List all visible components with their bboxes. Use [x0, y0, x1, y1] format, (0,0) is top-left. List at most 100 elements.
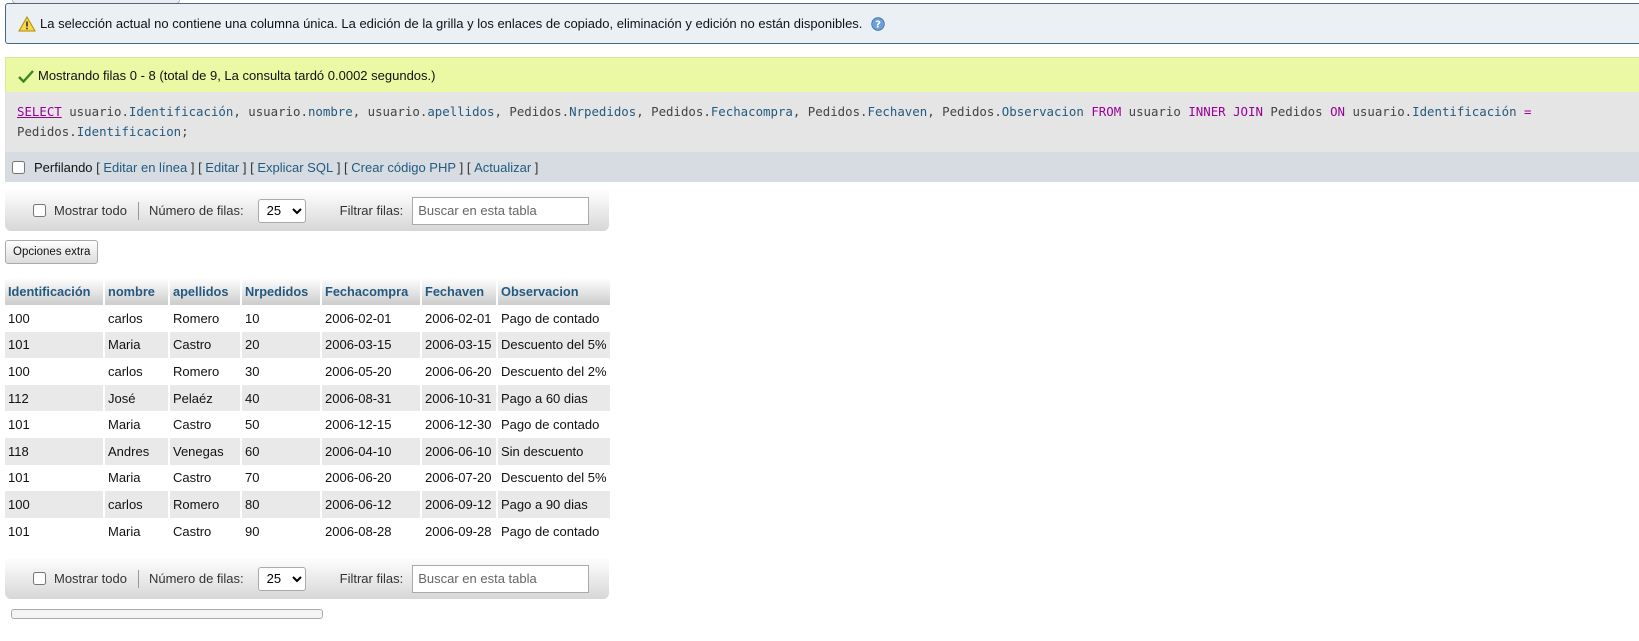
- table-cell: 118: [5, 437, 105, 465]
- table-cell: Sin descuento: [497, 437, 610, 465]
- header-row: Identificación nombre apellidos Nrpedido…: [5, 278, 610, 305]
- table-row[interactable]: 100 carlos Romero 10 2006-02-01 2006-02-01 Pag…: [5, 305, 610, 332]
- bracket: [: [92, 159, 104, 175]
- results-table: Identificación nombre apellidos Nrpedido…: [5, 278, 610, 545]
- explain-sql-link[interactable]: Explicar SQL: [257, 160, 333, 175]
- query-results-operations-fragment: [11, 609, 323, 619]
- rows-select[interactable]: 25: [257, 566, 306, 591]
- table-row[interactable]: 100 carlos Romero 30 2006-05-20 2006-06-20 Des…: [5, 358, 610, 385]
- table-cell: 50: [241, 411, 322, 438]
- sql-column: Identificación: [1412, 104, 1517, 119]
- navigation-bar-top: Mostrar todo Número de filas: 25 Filtrar…: [5, 190, 609, 231]
- edit-link[interactable]: Editar: [205, 160, 239, 175]
- sql-column: nombre: [307, 104, 353, 119]
- table-cell: 2006-08-28: [321, 517, 422, 545]
- success-text: Mostrando filas 0 - 8 (total de 9, La co…: [38, 68, 436, 83]
- filter-input[interactable]: [412, 564, 590, 593]
- sql-text: usuario.: [1344, 104, 1413, 119]
- table-cell: 2006-06-20: [321, 464, 422, 492]
- column-header[interactable]: Nrpedidos: [241, 278, 322, 305]
- sql-column: Nrpedidos: [569, 104, 637, 119]
- show-all-checkbox[interactable]: [33, 204, 46, 217]
- column-header[interactable]: Fechacompra: [321, 278, 422, 305]
- table-cell: 101: [5, 411, 105, 438]
- svg-text:?: ?: [876, 19, 882, 30]
- table-cell: Castro: [169, 331, 242, 359]
- sql-column: Identificacion: [76, 124, 182, 139]
- table-cell: carlos: [104, 305, 170, 332]
- refresh-link[interactable]: Actualizar: [474, 160, 531, 175]
- table-cell: Castro: [169, 517, 242, 545]
- column-header[interactable]: Fechaven: [421, 278, 498, 305]
- bracket: ] [: [187, 159, 206, 175]
- table-cell: Venegas: [169, 437, 242, 465]
- table-cell: 2006-08-31: [321, 384, 422, 412]
- extra-options-button[interactable]: Opciones extra: [5, 240, 99, 264]
- bracket: ]: [531, 159, 539, 175]
- table-cell: Descuento del 5%: [497, 331, 610, 359]
- table-cell: 101: [5, 464, 105, 492]
- notice-text: La selección actual no contiene una colu…: [40, 16, 863, 31]
- sql-keyword: ON: [1330, 104, 1345, 119]
- sql-text: , Pedidos.: [927, 104, 1002, 119]
- table-row[interactable]: 101 Maria Castro 70 2006-06-20 2006-07-20 Desc…: [5, 464, 610, 492]
- table-cell: 2006-06-20: [421, 358, 498, 385]
- table-row[interactable]: 101 Maria Castro 50 2006-12-15 2006-12-30 Pago…: [5, 411, 610, 438]
- bracket: ] [: [239, 159, 258, 175]
- table-cell: 80: [241, 491, 322, 518]
- table-cell: Romero: [169, 305, 242, 332]
- profiling-bar: Perfilando [ Editar en línea ] [ Editar …: [5, 152, 1639, 182]
- table-cell: Pago de contado: [497, 305, 610, 332]
- table-cell: Maria: [104, 517, 170, 545]
- bracket: ] [: [333, 159, 352, 175]
- table-cell: 60: [241, 437, 322, 465]
- table-cell: José: [104, 384, 170, 412]
- table-row[interactable]: 112 José Pelaéz 40 2006-08-31 2006-10-31 Pago …: [5, 384, 610, 412]
- table-cell: carlos: [104, 358, 170, 385]
- sql-operator: =: [1516, 104, 1532, 119]
- table-cell: Pago de contado: [497, 411, 610, 438]
- table-row[interactable]: 100 carlos Romero 80 2006-06-12 2006-09-12 Pag…: [5, 491, 610, 518]
- sql-text: ;: [181, 124, 189, 139]
- table-cell: Maria: [104, 464, 170, 492]
- rows-label: Número de filas:: [148, 571, 244, 586]
- sql-column: Observacion: [1001, 104, 1084, 119]
- check-icon: [18, 69, 34, 83]
- profiling-checkbox[interactable]: [12, 160, 25, 174]
- column-header[interactable]: Observacion: [497, 278, 610, 305]
- sql-text: usuario: [1121, 104, 1189, 119]
- table-cell: Andres: [104, 437, 170, 465]
- column-header[interactable]: nombre: [104, 278, 170, 305]
- table-cell: 112: [5, 384, 105, 412]
- create-php-link[interactable]: Crear código PHP: [351, 160, 456, 175]
- sql-column: Identificación: [128, 104, 234, 119]
- table-cell: 2006-05-20: [321, 358, 422, 385]
- table-cell: 40: [241, 384, 322, 412]
- table-row[interactable]: 101 Maria Castro 90 2006-08-28 2006-09-28 Pago…: [5, 517, 610, 545]
- table-cell: 100: [5, 491, 105, 518]
- help-icon[interactable]: ?: [871, 16, 886, 31]
- profiling-label: Perfilando: [34, 159, 93, 175]
- table-cell: 2006-03-15: [421, 331, 498, 359]
- sql-keyword[interactable]: SELECT: [17, 104, 62, 119]
- table-cell: 2006-06-10: [421, 437, 498, 465]
- table-cell: 2006-12-15: [321, 411, 422, 438]
- table-cell: 101: [5, 517, 105, 545]
- column-header[interactable]: Identificación: [5, 278, 105, 305]
- table-cell: Romero: [169, 358, 242, 385]
- table-row[interactable]: 101 Maria Castro 20 2006-03-15 2006-03-15 Desc…: [5, 331, 610, 359]
- edit-inline-link[interactable]: Editar en línea: [103, 160, 187, 175]
- sql-text: , Pedidos.: [636, 104, 711, 119]
- table-cell: carlos: [104, 491, 170, 518]
- table-cell: Maria: [104, 411, 170, 438]
- table-cell: 101: [5, 331, 105, 359]
- show-all-checkbox[interactable]: [33, 572, 46, 585]
- filter-input[interactable]: [412, 196, 590, 225]
- table-cell: 20: [241, 331, 322, 359]
- table-cell: Pago de contado: [497, 517, 610, 545]
- column-header[interactable]: apellidos: [169, 278, 242, 305]
- table-cell: 2006-06-12: [321, 491, 422, 518]
- sql-query[interactable]: SELECT usuario.Identificación, usuario.n…: [5, 92, 1639, 152]
- rows-select[interactable]: 25: [257, 198, 306, 223]
- table-row[interactable]: 118 Andres Venegas 60 2006-04-10 2006-06-10 Si…: [5, 437, 610, 465]
